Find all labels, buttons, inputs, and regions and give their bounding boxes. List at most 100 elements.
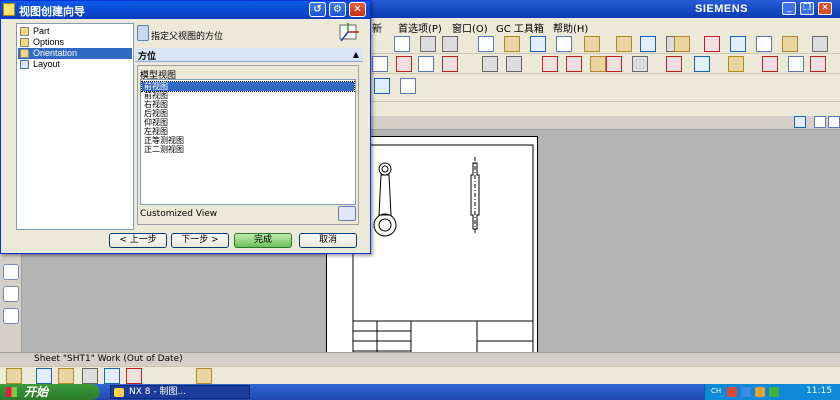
tree-item-part[interactable]: Part [18, 26, 132, 37]
restore-icon[interactable]: ❐ [800, 2, 814, 15]
menu-item-new[interactable]: 新 [372, 20, 382, 35]
view-tools-icon[interactable] [36, 368, 52, 384]
drafting-tools-icon[interactable] [6, 368, 22, 384]
security-icon[interactable] [755, 387, 765, 397]
volume-icon[interactable] [769, 387, 779, 397]
hatch-icon[interactable] [632, 56, 648, 72]
gear-icon[interactable]: ⚙ [329, 2, 346, 17]
clock: 11:15 [806, 386, 832, 396]
system-icon[interactable] [3, 308, 19, 324]
front-view-drawing [373, 162, 397, 237]
balloon-icon[interactable] [728, 56, 744, 72]
view-item-front-2[interactable]: 前视图 [142, 91, 354, 100]
minimize-icon[interactable]: _ [782, 2, 796, 15]
arc-icon[interactable] [418, 56, 434, 72]
render-icon[interactable] [442, 36, 458, 52]
weld-icon[interactable] [810, 56, 826, 72]
sync-tools-icon[interactable] [126, 368, 142, 384]
more-tools-icon[interactable] [196, 368, 212, 384]
extend-icon[interactable] [506, 56, 522, 72]
start-button[interactable]: 开始 [0, 384, 100, 400]
orientation-section-header[interactable]: 方位 ▲ [135, 48, 363, 62]
model-views-list[interactable]: 前视图 前视图 右视图 后视图 仰视图 左视图 正等测视图 正二测视图 [140, 79, 356, 205]
toolbar-row-2 [370, 54, 840, 74]
history-icon[interactable] [3, 264, 19, 280]
zoom-icon[interactable] [828, 116, 840, 128]
ellipse-icon[interactable] [442, 56, 458, 72]
trim-icon[interactable] [482, 56, 498, 72]
circle-icon[interactable] [396, 56, 412, 72]
ime-indicator[interactable]: CH [711, 387, 721, 395]
note-icon[interactable] [730, 36, 746, 52]
curve-icon[interactable] [372, 56, 388, 72]
drafting-icon[interactable] [674, 36, 690, 52]
cancel-button[interactable]: 取消 [299, 233, 357, 248]
reset-icon[interactable]: ↺ [309, 2, 326, 17]
fit-icon[interactable] [814, 116, 826, 128]
taskbar-item-nx[interactable]: NX 8 - 制图... [110, 385, 250, 399]
tree-item-label: Orientation [33, 48, 78, 58]
view-icon[interactable] [394, 36, 410, 52]
menu-item-window[interactable]: 窗口(O) [452, 20, 488, 35]
snap-icon[interactable] [616, 36, 632, 52]
view-item-isometric[interactable]: 正等测视图 [142, 136, 354, 145]
finish-button[interactable]: 完成 [234, 233, 292, 248]
view-creation-wizard-dialog: 视图创建向导 ↺ ⚙ ✕ Part Options Orientation La… [0, 0, 371, 254]
wave-icon[interactable] [762, 56, 778, 72]
selection-toolbar [370, 102, 840, 116]
text-icon[interactable] [590, 56, 606, 72]
view-item-back[interactable]: 后视图 [142, 109, 354, 118]
edit-tools-icon[interactable] [82, 368, 98, 384]
roles-icon[interactable] [3, 286, 19, 302]
siemens-brand: SIEMENS [694, 3, 748, 15]
table-icon[interactable] [756, 36, 772, 52]
network-icon[interactable] [741, 387, 751, 397]
analysis-tools-icon[interactable] [104, 368, 120, 384]
input-method-icon[interactable] [727, 387, 737, 397]
view-toolbar [370, 116, 840, 130]
measure-icon[interactable] [584, 36, 600, 52]
point-icon[interactable] [542, 56, 558, 72]
datum-icon[interactable] [788, 56, 804, 72]
menu-item-preferences[interactable]: 首选项(P) [398, 20, 442, 35]
back-button[interactable]: < 上一步 [109, 233, 167, 248]
toolbar-row-1 [370, 34, 840, 54]
settings-icon[interactable] [812, 36, 828, 52]
dimension-icon[interactable] [704, 36, 720, 52]
part-list-icon[interactable] [694, 56, 710, 72]
select-icon[interactable] [530, 36, 546, 52]
dialog-title-bar[interactable]: 视图创建向导 ↺ ⚙ ✕ [1, 1, 370, 19]
annotation-icon[interactable] [504, 36, 520, 52]
tree-item-options[interactable]: Options [18, 37, 132, 48]
status-bar: Sheet "SHT1" Work (Out of Date) [0, 352, 840, 366]
options-icon [20, 38, 29, 47]
profile-icon[interactable] [400, 78, 416, 94]
offset-icon[interactable] [566, 56, 582, 72]
close-icon[interactable]: ✕ [818, 2, 832, 15]
collapse-icon[interactable]: ▲ [353, 50, 359, 59]
layer-icon[interactable] [478, 36, 494, 52]
view-item-front[interactable]: 前视图 [141, 81, 355, 92]
toolbar-row-3 [370, 74, 840, 102]
sketch-tools-icon[interactable] [58, 368, 74, 384]
view-item-left[interactable]: 左视图 [142, 127, 354, 136]
menu-item-gc-toolbox[interactable]: GC 工具箱 [496, 20, 544, 35]
filter-icon[interactable] [556, 36, 572, 52]
view-item-bottom[interactable]: 仰视图 [142, 118, 354, 127]
grid-icon[interactable] [640, 36, 656, 52]
view-item-right[interactable]: 右视图 [142, 100, 354, 109]
tree-item-orientation[interactable]: Orientation [18, 48, 132, 59]
center-line-icon[interactable] [606, 56, 622, 72]
close-icon[interactable]: ✕ [349, 2, 366, 17]
image-icon[interactable] [666, 56, 682, 72]
line-icon[interactable] [374, 78, 390, 94]
menu-item-help[interactable]: 帮助(H) [553, 20, 588, 35]
tree-item-layout[interactable]: Layout [18, 59, 132, 70]
globe-icon[interactable] [794, 116, 806, 128]
symbol-icon[interactable] [782, 36, 798, 52]
customized-view-button[interactable] [338, 206, 356, 221]
view-item-trimetric[interactable]: 正二测视图 [142, 145, 354, 154]
next-button[interactable]: 下一步 > [171, 233, 229, 248]
shade-icon[interactable] [420, 36, 436, 52]
tree-item-label: Options [33, 37, 65, 47]
